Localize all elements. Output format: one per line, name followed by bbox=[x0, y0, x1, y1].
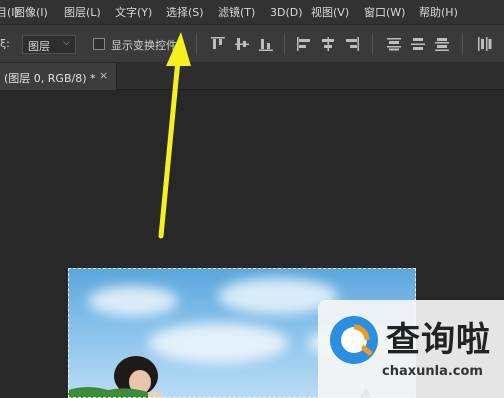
document-tab-title: (图层 0, RGB/8) * bbox=[4, 72, 96, 85]
watermark-url: chaxunla.com bbox=[382, 364, 483, 379]
menu-type[interactable]: 文字(Y) bbox=[115, 0, 152, 25]
document-tab[interactable]: (图层 0, RGB/8) * × bbox=[0, 63, 117, 90]
menu-layer[interactable]: 图层(L) bbox=[64, 0, 101, 25]
align-right-edges-icon[interactable] bbox=[344, 36, 360, 52]
menu-view[interactable]: 视图(V) bbox=[311, 0, 349, 25]
magnifier-logo-icon bbox=[330, 316, 378, 364]
cloud-shape bbox=[88, 286, 178, 316]
toolbar-divider bbox=[196, 33, 197, 55]
show-transform-controls-label: 显示变换控件 bbox=[111, 39, 177, 52]
menu-filter[interactable]: 滤镜(T) bbox=[218, 0, 255, 25]
show-transform-controls-checkbox[interactable] bbox=[93, 38, 105, 50]
distribute-vertical-centers-icon[interactable] bbox=[410, 36, 426, 52]
toolbar-divider bbox=[462, 33, 463, 55]
align-left-edges-icon[interactable] bbox=[296, 36, 312, 52]
menu-bar: 目(I) 图像(I) 图层(L) 文字(Y) 选择(S) 滤镜(T) 3D(D)… bbox=[0, 0, 504, 25]
distribute-bottom-icon[interactable] bbox=[434, 36, 450, 52]
chevron-down-icon: ⌵ bbox=[63, 38, 70, 48]
watermark-badge: 查询啦 chaxunla.com bbox=[318, 300, 504, 398]
toolbar-divider bbox=[284, 33, 285, 55]
menu-3d[interactable]: 3D(D) bbox=[270, 0, 303, 25]
distribute-top-icon[interactable] bbox=[386, 36, 402, 52]
align-bottom-edges-icon[interactable] bbox=[258, 36, 274, 52]
align-vertical-centers-icon[interactable] bbox=[234, 36, 250, 52]
options-bar: ξ: 图层 ⌵ 显示变换控件 bbox=[0, 25, 504, 63]
auto-select-target-dropdown[interactable]: 图层 ⌵ bbox=[22, 35, 76, 54]
menu-image[interactable]: 图像(I) bbox=[14, 0, 48, 25]
document-tab-bar: (图层 0, RGB/8) * × bbox=[0, 63, 504, 90]
watermark-title: 查询啦 bbox=[386, 320, 491, 360]
menu-select[interactable]: 选择(S) bbox=[166, 0, 204, 25]
auto-select-label: ξ: bbox=[0, 37, 10, 50]
align-horizontal-centers-icon[interactable] bbox=[320, 36, 336, 52]
toolbar-divider bbox=[372, 33, 373, 55]
distribute-left-icon[interactable] bbox=[476, 36, 492, 52]
align-top-edges-icon[interactable] bbox=[210, 36, 226, 52]
menu-help[interactable]: 帮助(H) bbox=[419, 0, 458, 25]
menu-window[interactable]: 窗口(W) bbox=[364, 0, 405, 25]
cloud-shape bbox=[148, 323, 288, 363]
dropdown-value: 图层 bbox=[28, 40, 50, 53]
close-icon[interactable]: × bbox=[99, 69, 108, 82]
